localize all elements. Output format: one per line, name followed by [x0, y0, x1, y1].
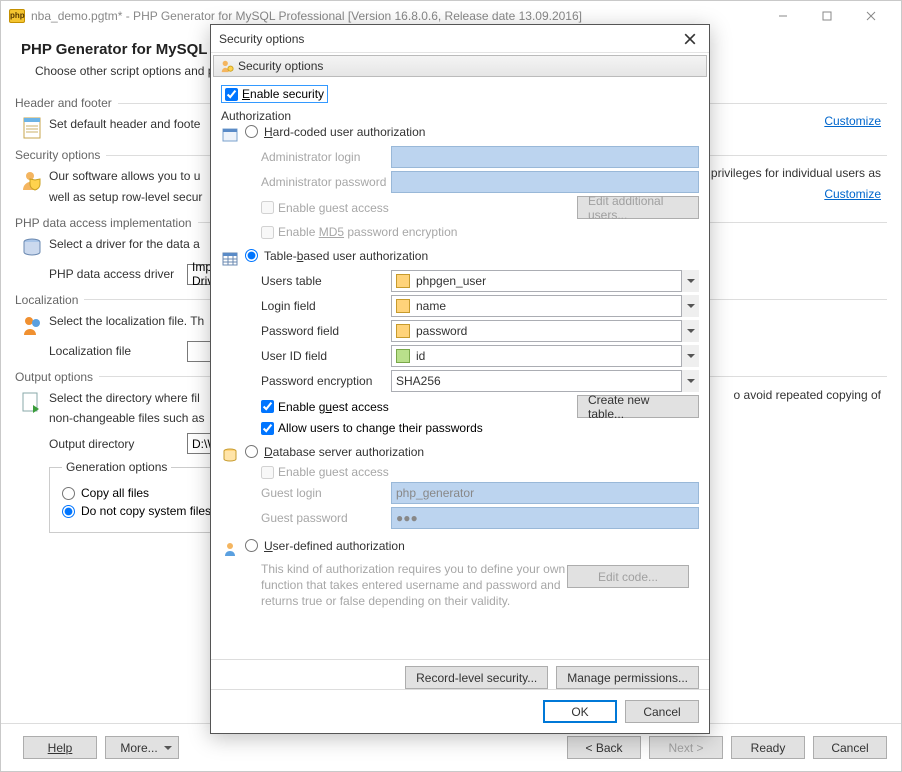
- md5-check: [261, 226, 274, 239]
- form-icon: [222, 127, 238, 143]
- radio-dbserver[interactable]: [245, 445, 258, 458]
- edit-users-button: Edit additional users...: [577, 196, 699, 219]
- uid-field-label: User ID field: [261, 349, 391, 363]
- close-icon[interactable]: [849, 2, 893, 30]
- hc-guest-label: Enable guest access: [278, 201, 389, 215]
- users-table-label: Users table: [261, 274, 391, 288]
- guest-pass-input: ●●●: [391, 507, 699, 529]
- customize-sec-link[interactable]: Customize: [824, 187, 881, 201]
- db-guest-check: [261, 466, 274, 479]
- ok-button[interactable]: OK: [543, 700, 617, 723]
- db-guest-label: Enable guest access: [278, 465, 389, 479]
- table-icon: [222, 251, 238, 267]
- document-icon: [20, 116, 44, 140]
- field-mini-icon: [396, 299, 410, 313]
- back-button[interactable]: < Back: [567, 736, 641, 759]
- no-copy-label: Do not copy system files: [81, 504, 211, 518]
- window-title: nba_demo.pgtm* - PHP Generator for MySQL…: [31, 9, 761, 23]
- dialog-titlebar: Security options: [211, 25, 709, 53]
- gen-legend: Generation options: [62, 460, 171, 474]
- hardcoded-label: Hard-coded user authorization: [264, 125, 425, 139]
- user-icon: [222, 541, 238, 557]
- radio-table-based[interactable]: [245, 249, 258, 262]
- help-button[interactable]: Help: [23, 736, 97, 759]
- globe-users-icon: [20, 313, 44, 337]
- security-options-dialog: Security options Security options Enable…: [210, 24, 710, 734]
- enable-security-check[interactable]: [225, 88, 238, 101]
- users-table-select[interactable]: phpgen_user: [391, 270, 699, 292]
- radio-userdef[interactable]: [245, 539, 258, 552]
- userdef-desc: This kind of authorization requires you …: [261, 561, 567, 610]
- ready-button[interactable]: Ready: [731, 736, 805, 759]
- next-button[interactable]: Next >: [649, 736, 723, 759]
- guest-login-input: php_generator: [391, 482, 699, 504]
- cancel-button[interactable]: Cancel: [813, 736, 887, 759]
- pass-enc-select[interactable]: SHA256: [391, 370, 699, 392]
- out-text-right: o avoid repeated copying of: [734, 388, 881, 402]
- pass-enc-label: Password encryption: [261, 374, 391, 388]
- authorization-header: Authorization: [221, 109, 699, 123]
- guest-login-label: Guest login: [261, 486, 391, 500]
- enable-security-checkbox[interactable]: Enable security: [221, 85, 328, 103]
- table-mini-icon: [396, 274, 410, 288]
- output-icon: [20, 390, 44, 414]
- id-mini-icon: [396, 349, 410, 363]
- hc-guest-check: [261, 201, 274, 214]
- admin-pass-label: Administrator password: [261, 175, 391, 189]
- admin-login-input: [391, 146, 699, 168]
- pass-field-label: Password field: [261, 324, 391, 338]
- table-based-label: Table-based user authorization: [264, 249, 428, 263]
- uid-field-select[interactable]: id: [391, 345, 699, 367]
- more-button[interactable]: More...: [105, 736, 179, 759]
- sec-text-right: e privileges for individual users as: [701, 166, 881, 180]
- copy-all-label: Copy all files: [81, 486, 149, 500]
- record-level-button[interactable]: Record-level security...: [405, 666, 548, 689]
- allow-change-label: Allow users to change their passwords: [278, 421, 483, 435]
- tb-guest-label: Enable guest access: [278, 400, 389, 414]
- md5-label: Enable MD5 password encryption: [278, 225, 457, 239]
- tab-security-options[interactable]: Security options: [213, 55, 707, 77]
- database-icon: [222, 447, 238, 463]
- edit-code-button: Edit code...: [567, 565, 689, 588]
- php-driver-label: PHP data access driver: [49, 267, 179, 281]
- radio-copy-all[interactable]: [62, 487, 75, 500]
- loc-file-label: Localization file: [49, 344, 179, 358]
- user-shield-icon: [20, 168, 44, 192]
- tb-guest-check[interactable]: [261, 400, 274, 413]
- radio-no-copy[interactable]: [62, 505, 75, 518]
- login-field-select[interactable]: name: [391, 295, 699, 317]
- dialog-cancel-button[interactable]: Cancel: [625, 700, 699, 723]
- dbserver-label: Database server authorization: [264, 445, 424, 459]
- manage-permissions-button[interactable]: Manage permissions...: [556, 666, 699, 689]
- pass-field-select[interactable]: password: [391, 320, 699, 342]
- app-icon: php: [9, 9, 25, 23]
- minimize-icon[interactable]: [761, 2, 805, 30]
- allow-change-check[interactable]: [261, 422, 274, 435]
- security-tab-icon: [220, 59, 234, 73]
- dialog-close-icon[interactable]: [679, 28, 701, 50]
- create-table-button[interactable]: Create new table...: [577, 395, 699, 418]
- guest-pass-label: Guest password: [261, 511, 391, 525]
- dialog-title: Security options: [219, 32, 679, 46]
- field-mini-icon: [396, 324, 410, 338]
- out-dir-label: Output directory: [49, 437, 179, 451]
- admin-login-label: Administrator login: [261, 150, 391, 164]
- admin-pass-input: [391, 171, 699, 193]
- maximize-icon[interactable]: [805, 2, 849, 30]
- database-driver-icon: [20, 236, 44, 260]
- radio-hardcoded[interactable]: [245, 125, 258, 138]
- enable-security-label: Enable security: [242, 87, 324, 101]
- login-field-label: Login field: [261, 299, 391, 313]
- customize-hf-link[interactable]: Customize: [824, 114, 881, 128]
- userdef-label: User-defined authorization: [264, 539, 405, 553]
